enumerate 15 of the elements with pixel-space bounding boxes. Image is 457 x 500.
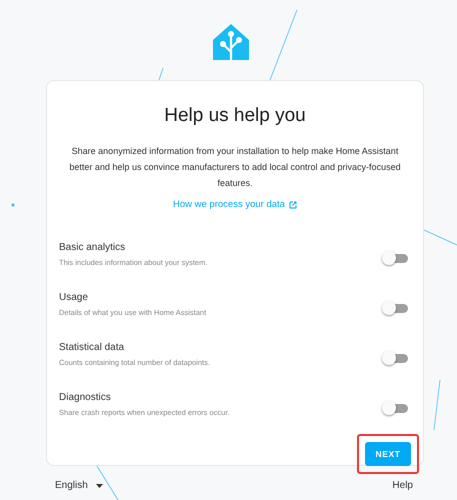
caret-icon[interactable] xyxy=(96,484,103,488)
language-selector[interactable]: English xyxy=(55,480,88,491)
option-title: Diagnostics xyxy=(59,392,112,402)
toggle-switch[interactable] xyxy=(384,404,408,412)
option-title: Statistical data xyxy=(59,342,126,352)
house-logo-icon xyxy=(211,22,251,62)
card-title: Help us help you xyxy=(163,105,307,127)
toggle-switch[interactable] xyxy=(384,304,408,312)
external-link-icon xyxy=(288,200,297,208)
description-text: Share anonymized information from your installation to help make Home Assistant better and help us convince manufacturers to add local control and privacy-focused features. xyxy=(68,145,402,190)
option-title: Basic analytics xyxy=(59,242,126,252)
option-title: Usage xyxy=(59,292,89,302)
help-link[interactable]: Help xyxy=(392,480,413,491)
toggle-switch[interactable] xyxy=(384,354,408,362)
toggle-switch[interactable] xyxy=(384,254,408,262)
